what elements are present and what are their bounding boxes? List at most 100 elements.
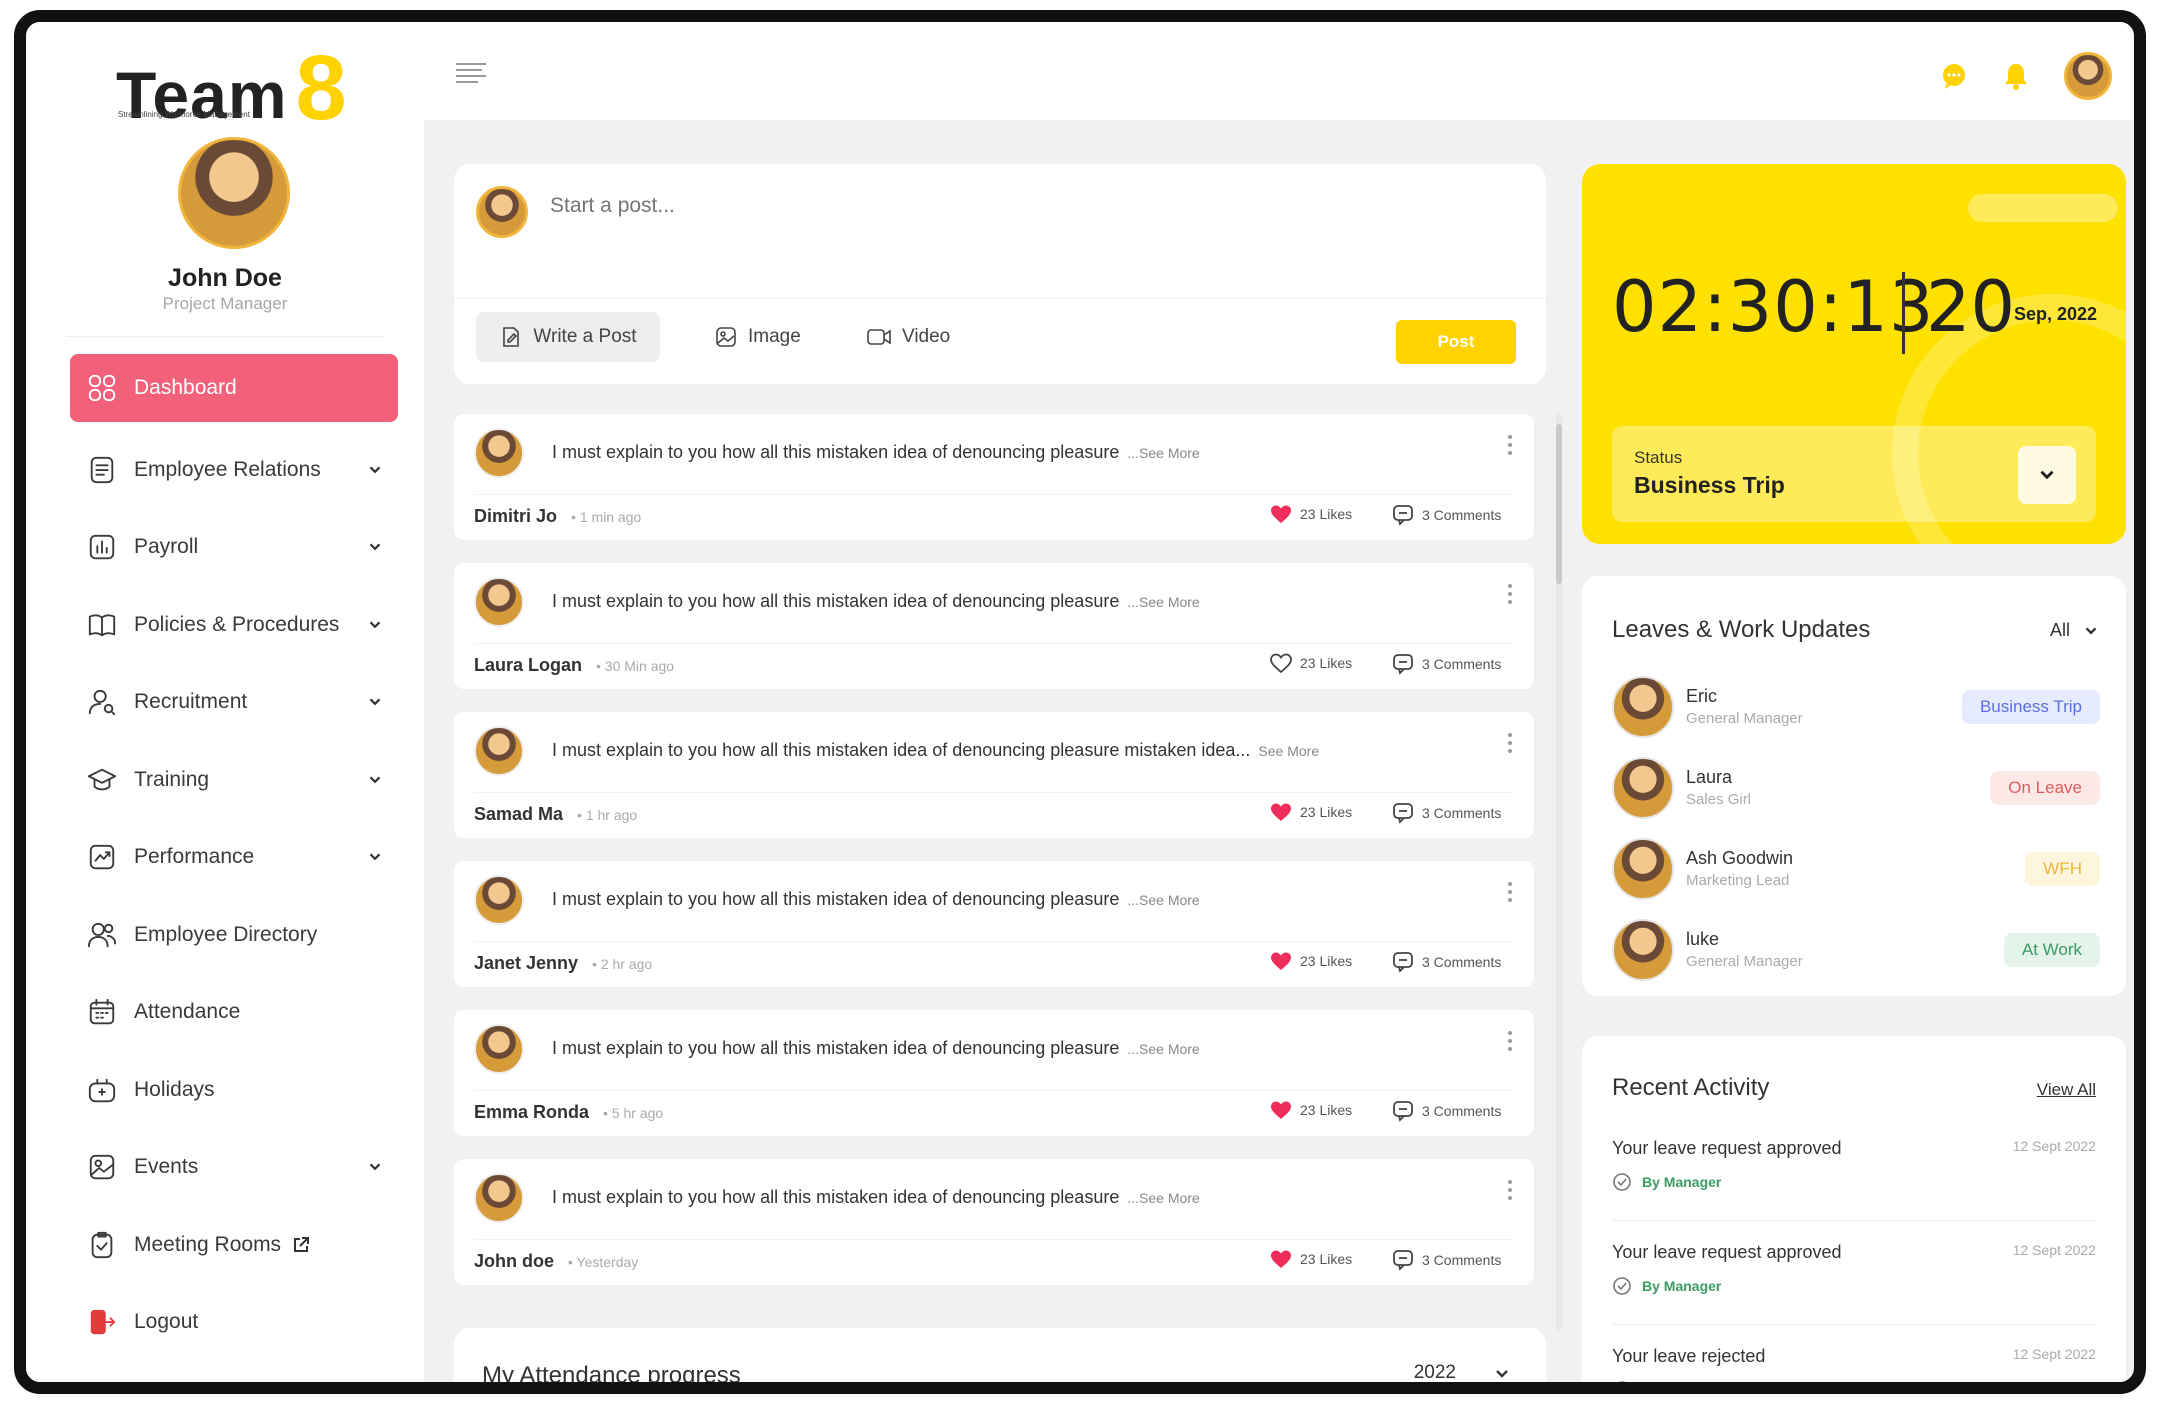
like-button[interactable]: 23 Likes — [1270, 1249, 1352, 1269]
post-author-avatar[interactable] — [474, 428, 524, 478]
post-author-avatar[interactable] — [474, 577, 524, 627]
leaves-work-updates-card: Leaves & Work Updates All Eric General Ma… — [1582, 576, 2126, 996]
profile-avatar[interactable] — [178, 137, 290, 249]
post-author[interactable]: Janet Jenny — [474, 953, 578, 973]
sidebar-item-events[interactable]: Events — [70, 1129, 398, 1207]
post-author-avatar[interactable] — [474, 726, 524, 776]
chevron-down-icon — [369, 543, 381, 551]
like-button[interactable]: 23 Likes — [1270, 951, 1352, 971]
see-more-link[interactable]: See More — [1258, 743, 1319, 759]
sidebar-item-payroll[interactable]: Payroll — [70, 509, 398, 587]
post-author[interactable]: Laura Logan — [474, 655, 582, 675]
leave-row[interactable]: Laura Sales Girl On Leave — [1612, 757, 2100, 821]
leave-row[interactable]: Eric General Manager Business Trip — [1612, 676, 2100, 740]
heart-icon — [1270, 653, 1292, 673]
more-options-icon[interactable] — [1506, 1179, 1514, 1201]
leave-row[interactable]: luke General Manager At Work — [1612, 919, 2100, 983]
sidebar-item-label: Attendance — [134, 1000, 241, 1024]
see-more-link[interactable]: ...See More — [1127, 594, 1199, 610]
sidebar-item-holidays[interactable]: Holidays — [70, 1051, 398, 1129]
post-card: I must explain to you how all this mista… — [454, 1010, 1534, 1136]
sidebar-item-recruitment[interactable]: Recruitment — [70, 664, 398, 742]
comments-button[interactable]: 3 Comments — [1392, 951, 1501, 973]
post-author[interactable]: Emma Ronda — [474, 1102, 589, 1122]
recent-activity-card: Recent Activity View All Your leave requ… — [1582, 1036, 2126, 1382]
users-icon — [86, 919, 118, 951]
menu-icon[interactable] — [456, 62, 486, 84]
post-author-avatar[interactable] — [474, 1173, 524, 1223]
comments-button[interactable]: 3 Comments — [1392, 653, 1501, 675]
post-divider — [474, 494, 1514, 495]
post-author[interactable]: Samad Ma — [474, 804, 563, 824]
leave-row[interactable]: Ash Goodwin Marketing Lead WFH — [1612, 838, 2100, 902]
post-author[interactable]: John doe — [474, 1251, 554, 1271]
see-more-link[interactable]: ...See More — [1127, 1190, 1199, 1206]
post-author-avatar[interactable] — [474, 1024, 524, 1074]
top-bar — [424, 22, 2134, 120]
post-text: I must explain to you how all this mista… — [552, 740, 1319, 761]
user-avatar[interactable] — [2064, 52, 2112, 100]
activity-row[interactable]: Your leave rejected 12 Sept 2022 By Team L… — [1612, 1346, 2096, 1382]
employee-name: Ash Goodwin — [1686, 848, 1794, 868]
comments-button[interactable]: 3 Comments — [1392, 504, 1501, 526]
chevron-down-icon[interactable] — [1492, 1364, 1512, 1384]
scrollbar-thumb[interactable] — [1556, 424, 1562, 584]
post-meta: Laura Logan • 30 Min ago — [474, 655, 674, 676]
status-value: Business Trip — [1634, 472, 1785, 498]
comments-button[interactable]: 3 Comments — [1392, 1100, 1501, 1122]
post-text: I must explain to you how all this mista… — [552, 1187, 1200, 1208]
activity-row[interactable]: Your leave request approved 12 Sept 2022 B… — [1612, 1242, 2096, 1344]
leaves-filter[interactable]: All — [2050, 620, 2100, 641]
like-button[interactable]: 23 Likes — [1270, 504, 1352, 524]
more-options-icon[interactable] — [1506, 881, 1514, 903]
like-button[interactable]: 23 Likes — [1270, 653, 1352, 673]
like-button[interactable]: 23 Likes — [1270, 1100, 1352, 1120]
employee-name: Eric — [1686, 686, 1717, 706]
more-options-icon[interactable] — [1506, 583, 1514, 605]
activity-by-label: By Manager — [1642, 1174, 1722, 1190]
post-button[interactable]: Post — [1396, 320, 1516, 364]
notification-bell-icon[interactable] — [2002, 61, 2030, 91]
more-options-icon[interactable] — [1506, 1030, 1514, 1052]
write-post-button[interactable]: Write a Post — [476, 312, 660, 362]
video-button[interactable]: Video — [866, 312, 950, 362]
more-options-icon[interactable] — [1506, 732, 1514, 754]
post-meta: John doe • Yesterday — [474, 1251, 638, 1272]
sidebar-item-label: Training — [134, 767, 210, 791]
graduation-cap-icon — [86, 764, 118, 796]
attendance-year-select[interactable]: 2022 — [1414, 1362, 1456, 1382]
comments-button[interactable]: 3 Comments — [1392, 802, 1501, 824]
more-options-icon[interactable] — [1506, 434, 1514, 456]
post-input[interactable] — [550, 194, 1250, 218]
status-select[interactable]: Status Business Trip — [1612, 426, 2096, 522]
like-button[interactable]: 23 Likes — [1270, 802, 1352, 822]
activity-divider — [1612, 1220, 2096, 1221]
heart-icon — [1271, 505, 1291, 523]
status-dropdown-button[interactable] — [2018, 446, 2076, 504]
comments-button[interactable]: 3 Comments — [1392, 1249, 1501, 1271]
sidebar-item-employee-directory[interactable]: Employee Directory — [70, 896, 398, 974]
sidebar-item-dashboard[interactable]: Dashboard — [70, 354, 398, 422]
video-icon — [867, 329, 891, 345]
post-author[interactable]: Dimitri Jo — [474, 506, 557, 526]
sidebar-item-performance[interactable]: Performance — [70, 819, 398, 897]
sidebar-item-policies-procedures[interactable]: Policies & Procedures — [70, 586, 398, 664]
sidebar-item-attendance[interactable]: Attendance — [70, 974, 398, 1052]
sidebar-item-training[interactable]: Training — [70, 741, 398, 819]
chat-icon[interactable] — [1940, 62, 1968, 90]
comment-icon — [1393, 952, 1413, 973]
sidebar-item-logout[interactable]: Logout — [70, 1284, 398, 1362]
see-more-link[interactable]: ...See More — [1127, 445, 1199, 461]
post-time: • 30 Min ago — [596, 658, 675, 674]
post-author-avatar[interactable] — [474, 875, 524, 925]
activity-row[interactable]: Your leave request approved 12 Sept 2022 B… — [1612, 1138, 2096, 1240]
sidebar-item-employee-relations[interactable]: Employee Relations — [70, 431, 398, 509]
see-more-link[interactable]: ...See More — [1127, 892, 1199, 908]
view-all-link[interactable]: View All — [2037, 1080, 2096, 1100]
image-button[interactable]: Image — [714, 312, 801, 362]
see-more-link[interactable]: ...See More — [1127, 1041, 1199, 1057]
feed-scrollbar[interactable] — [1556, 414, 1562, 1330]
sidebar-item-meeting-rooms[interactable]: Meeting Rooms — [70, 1206, 398, 1284]
status-badge: At Work — [2003, 933, 2100, 967]
leaves-filter-value: All — [2049, 620, 2070, 640]
